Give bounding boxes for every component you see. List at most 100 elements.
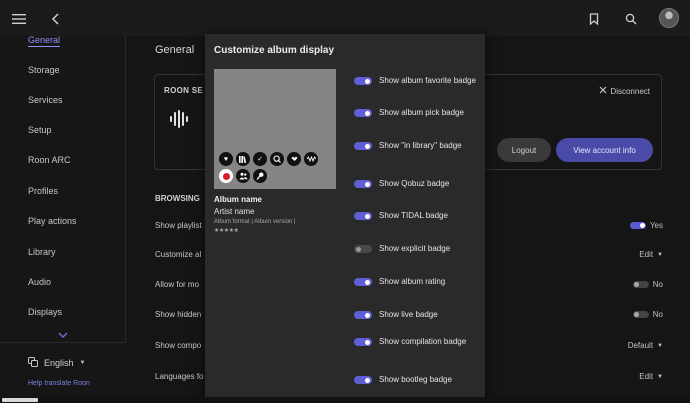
chevron-left-icon[interactable] — [46, 9, 66, 29]
artist-name: Artist name — [214, 207, 255, 216]
heart-icon: ♥ — [219, 152, 233, 166]
sidebar-item-storage[interactable]: Storage — [28, 65, 60, 75]
toggle-switch[interactable] — [629, 222, 646, 229]
badge-row-bottom — [219, 169, 267, 183]
caret-down-icon: ▼ — [657, 342, 663, 349]
toggle-switch[interactable] — [354, 77, 372, 85]
sidebar-item-services[interactable]: Services — [28, 95, 63, 105]
toggle-switch[interactable] — [354, 180, 372, 188]
option-album-favorite-badge[interactable]: Show album favorite badge — [354, 76, 479, 86]
setting-value[interactable]: Edit — [639, 372, 653, 381]
setting-label: Show playlist — [155, 221, 202, 230]
sidebar-item-audio[interactable]: Audio — [28, 277, 51, 287]
setting-label: Allow for mo — [155, 280, 200, 289]
album-art-preview: ♥ ✓ — [214, 69, 336, 189]
option-label: Show live badge — [379, 310, 438, 319]
language-selector[interactable]: English ▼ — [28, 357, 85, 369]
search-icon[interactable] — [621, 9, 641, 29]
translate-icon — [28, 357, 38, 369]
badge-row-top: ♥ ✓ — [219, 152, 318, 166]
setting-label: Customize al — [155, 250, 202, 259]
live-icon — [253, 169, 267, 183]
compilation-icon — [236, 169, 250, 183]
explicit-icon — [219, 169, 233, 183]
setting-label: Show compo — [155, 341, 202, 350]
album-name: Album name — [214, 195, 263, 204]
help-translate-link[interactable]: Help translate Roon — [28, 380, 90, 387]
option-album-pick-badge[interactable]: Show album pick badge — [354, 108, 479, 118]
sidebar-item-profiles[interactable]: Profiles — [28, 186, 58, 196]
option-live-badge[interactable]: Show live badge — [354, 310, 479, 320]
sidebar-item-setup[interactable]: Setup — [28, 125, 52, 135]
avatar-icon[interactable] — [659, 8, 679, 28]
sidebar-item-play-actions[interactable]: Play actions — [28, 216, 77, 226]
caret-down-icon: ▼ — [79, 360, 86, 366]
option-album-rating[interactable]: Show album rating — [354, 277, 479, 287]
customize-album-display-dialog: Customize album display ♥ ✓ Album name A… — [205, 34, 485, 403]
option-qobuz-badge[interactable]: Show Qobuz badge — [354, 179, 479, 189]
toggle-switch[interactable] — [632, 281, 649, 288]
roon-logo-icon — [170, 110, 188, 128]
hamburger-icon[interactable] — [9, 9, 29, 29]
option-label: Show album favorite badge — [379, 76, 476, 85]
toggle-switch[interactable] — [354, 245, 372, 253]
option-label: Show "in library" badge — [379, 141, 462, 150]
disconnect-button[interactable]: Disconnect — [599, 86, 650, 96]
logout-button[interactable]: Logout — [497, 138, 551, 162]
caret-down-icon: ▼ — [657, 373, 663, 380]
library-icon — [236, 152, 250, 166]
option-label: Show album pick badge — [379, 108, 464, 117]
chevron-down-icon[interactable] — [58, 330, 68, 340]
scrollbar-thumb[interactable] — [2, 398, 38, 402]
option-label: Show album rating — [379, 277, 446, 286]
option-tidal-badge[interactable]: Show TIDAL badge — [354, 211, 479, 221]
album-rating-stars: ★★★★★ — [214, 228, 239, 234]
disconnect-label: Disconnect — [610, 86, 650, 96]
close-icon — [599, 86, 607, 96]
setting-value: Yes — [649, 221, 663, 230]
dialog-title: Customize album display — [214, 45, 335, 56]
sidebar-item-displays[interactable]: Displays — [28, 307, 62, 317]
view-account-button[interactable]: View account info — [556, 138, 653, 162]
tidal-icon — [287, 152, 301, 166]
toggle-switch[interactable] — [354, 142, 372, 150]
sidebar-item-library[interactable]: Library — [28, 247, 56, 257]
sidebar: General Storage Services Setup Roon ARC … — [0, 35, 126, 403]
option-label: Show TIDAL badge — [379, 211, 448, 220]
toggle-switch[interactable] — [354, 212, 372, 220]
toggle-switch[interactable] — [354, 311, 372, 319]
top-bar — [0, 0, 690, 36]
horizontal-scrollbar[interactable] — [0, 397, 690, 403]
setting-label: Languages fo — [155, 372, 204, 381]
caret-down-icon: ▼ — [657, 251, 663, 258]
option-label: Show Qobuz badge — [379, 179, 450, 188]
toggle-switch[interactable] — [354, 376, 372, 384]
toggle-switch[interactable] — [354, 278, 372, 286]
toggle-switch[interactable] — [632, 311, 649, 318]
toggle-switch[interactable] — [354, 109, 372, 117]
option-label: Show bootleg badge — [379, 375, 452, 384]
option-explicit-badge[interactable]: Show explicit badge — [354, 244, 479, 254]
check-icon: ✓ — [253, 152, 267, 166]
option-label: Show explicit badge — [379, 244, 451, 253]
option-bootleg-badge[interactable]: Show bootleg badge — [354, 375, 479, 385]
setting-value[interactable]: Edit — [639, 250, 653, 259]
toggle-switch[interactable] — [354, 338, 372, 346]
setting-value: No — [652, 310, 663, 319]
roon-card-label: ROON SE — [164, 86, 203, 95]
sidebar-footer: English ▼ Help translate Roon — [0, 342, 126, 403]
album-meta: Album format | Album version | — [214, 219, 296, 225]
option-label: Show compilation badge — [379, 337, 467, 346]
setting-label: Show hidden — [155, 310, 202, 319]
bookmark-icon[interactable] — [584, 9, 604, 29]
setting-value[interactable]: Default — [628, 341, 653, 350]
option-compilation-badge[interactable]: Show compilation badge — [354, 337, 479, 347]
setting-value: No — [652, 280, 663, 289]
page-title: General — [155, 44, 195, 56]
language-label: English — [44, 358, 74, 368]
sidebar-item-roon-arc[interactable]: Roon ARC — [28, 155, 71, 165]
option-in-library-badge[interactable]: Show "in library" badge — [354, 141, 479, 151]
sidebar-item-general[interactable]: General — [28, 35, 61, 47]
qobuz-icon — [270, 152, 284, 166]
waveform-icon — [304, 152, 318, 166]
